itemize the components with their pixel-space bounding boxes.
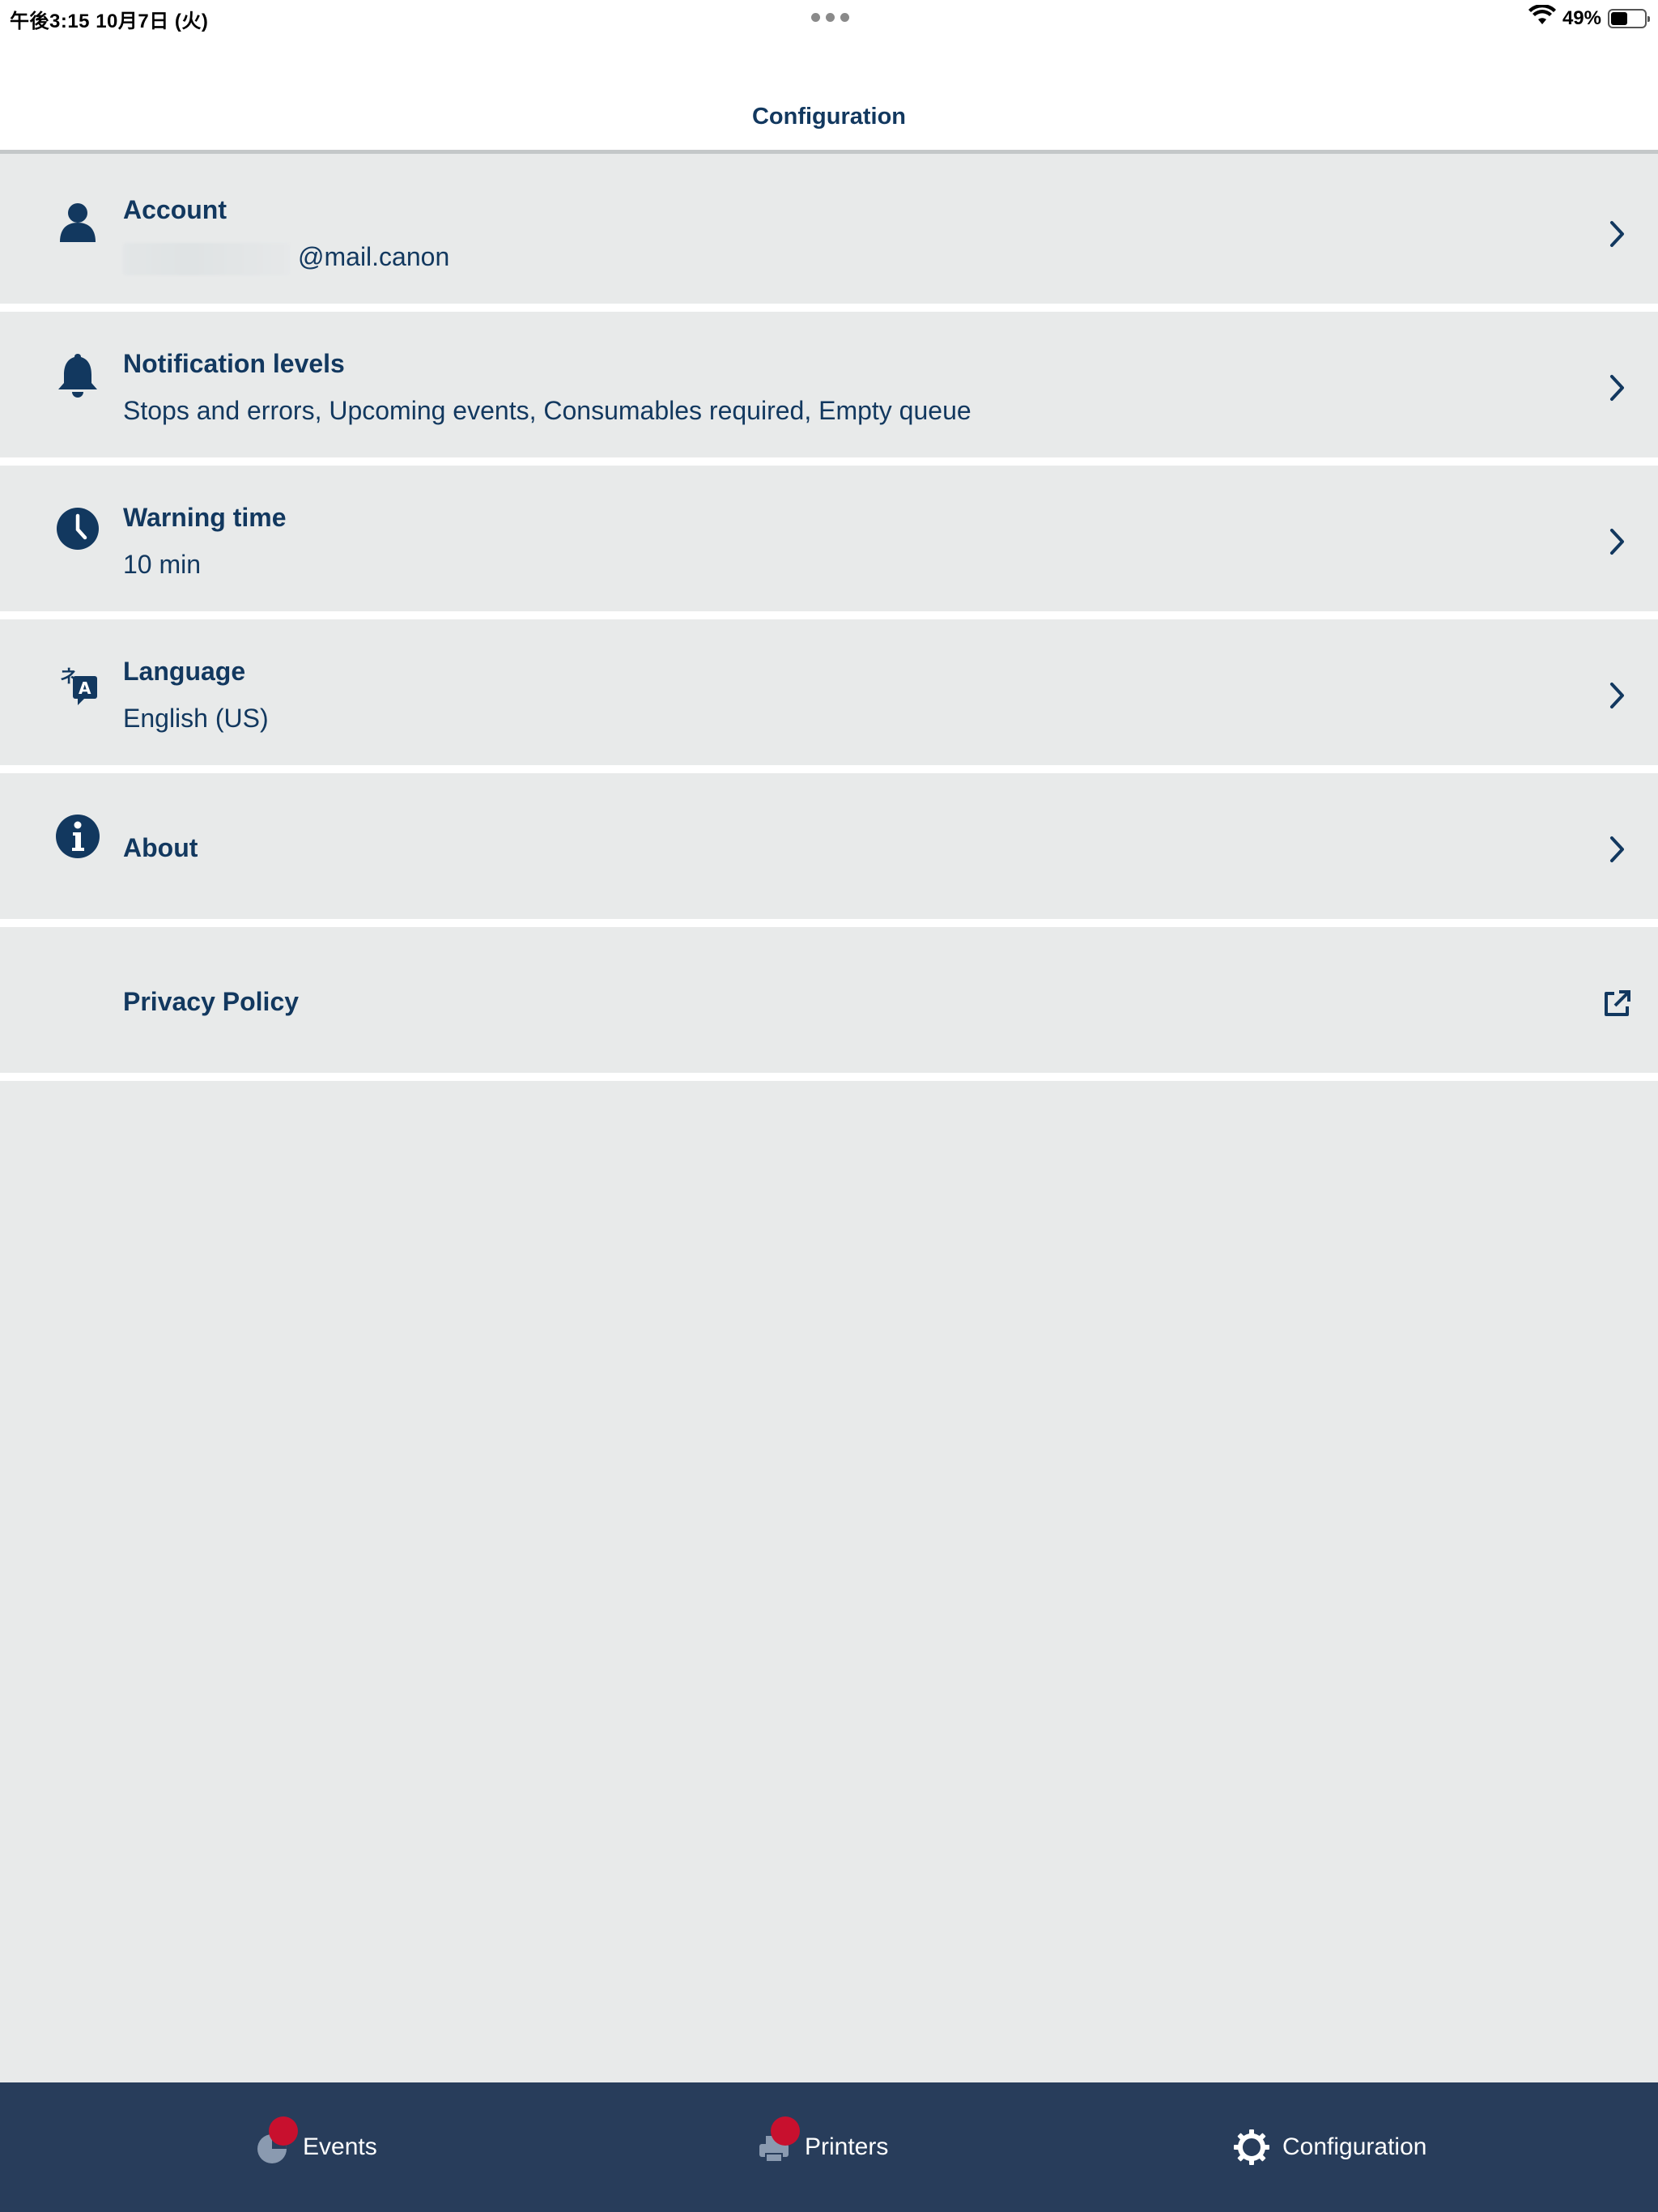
account-email: @mail.canon (123, 242, 449, 275)
printer-icon (755, 2116, 800, 2167)
person-icon (53, 197, 102, 245)
about-title: About (123, 833, 198, 862)
events-icon (253, 2116, 298, 2167)
chevron-right-icon (1605, 372, 1629, 404)
bell-icon (53, 351, 102, 399)
warning-time-value: 10 min (123, 550, 202, 579)
multitasking-dots-icon[interactable] (811, 13, 849, 22)
info-icon (53, 812, 102, 861)
tab-events[interactable]: Events (253, 2082, 377, 2212)
settings-row-privacy-policy[interactable]: Privacy Policy (0, 927, 1658, 1081)
page-title: Configuration (751, 104, 907, 130)
settings-row-language[interactable]: ネ A Language English (US) (0, 619, 1658, 773)
settings-row-notification-levels[interactable]: Notification levels Stops and errors, Up… (0, 312, 1658, 466)
settings-list: Account @mail.canon Notification levels … (0, 158, 1658, 1081)
chevron-right-icon (1605, 218, 1629, 250)
clock-icon (53, 504, 102, 553)
nav-header: Configuration (0, 32, 1658, 154)
tab-configuration-label: Configuration (1282, 2133, 1427, 2160)
chevron-right-icon (1605, 679, 1629, 712)
language-title: Language (123, 657, 246, 686)
battery-fill (1611, 11, 1627, 25)
tab-printers[interactable]: Printers (755, 2082, 888, 2212)
external-link-icon (1601, 989, 1632, 1019)
tab-configuration[interactable]: Configuration (1232, 2082, 1426, 2212)
privacy-policy-title: Privacy Policy (123, 987, 300, 1016)
language-value: English (US) (123, 704, 269, 733)
chevron-right-icon (1605, 525, 1629, 558)
tab-bar: Events Printers Configuration (0, 2082, 1658, 2212)
account-title: Account (123, 195, 227, 224)
status-bar: 午後3:15 10月7日 (火) 49% (0, 0, 1658, 32)
wifi-icon (1528, 3, 1556, 32)
battery-icon (1608, 8, 1650, 28)
redacted-email-user (123, 242, 290, 275)
status-right: 49% (1528, 3, 1650, 32)
status-time-date: 午後3:15 10月7日 (火) (10, 11, 209, 32)
events-badge (269, 2116, 298, 2146)
tab-printers-label: Printers (805, 2133, 889, 2160)
notification-levels-value: Stops and errors, Upcoming events, Consu… (123, 396, 971, 425)
chevron-right-icon (1605, 833, 1629, 866)
translate-icon: ネ A (53, 658, 102, 707)
tab-events-label: Events (303, 2133, 377, 2160)
svg-text:A: A (79, 678, 91, 698)
settings-row-account[interactable]: Account @mail.canon (0, 158, 1658, 312)
gear-icon (1232, 2128, 1271, 2167)
settings-row-warning-time[interactable]: Warning time 10 min (0, 466, 1658, 619)
settings-row-about[interactable]: About (0, 773, 1658, 927)
notification-levels-title: Notification levels (123, 349, 345, 378)
account-email-domain: @mail.canon (298, 242, 450, 271)
warning-time-title: Warning time (123, 503, 287, 532)
printers-badge (771, 2116, 800, 2146)
battery-percent: 49% (1562, 6, 1601, 29)
